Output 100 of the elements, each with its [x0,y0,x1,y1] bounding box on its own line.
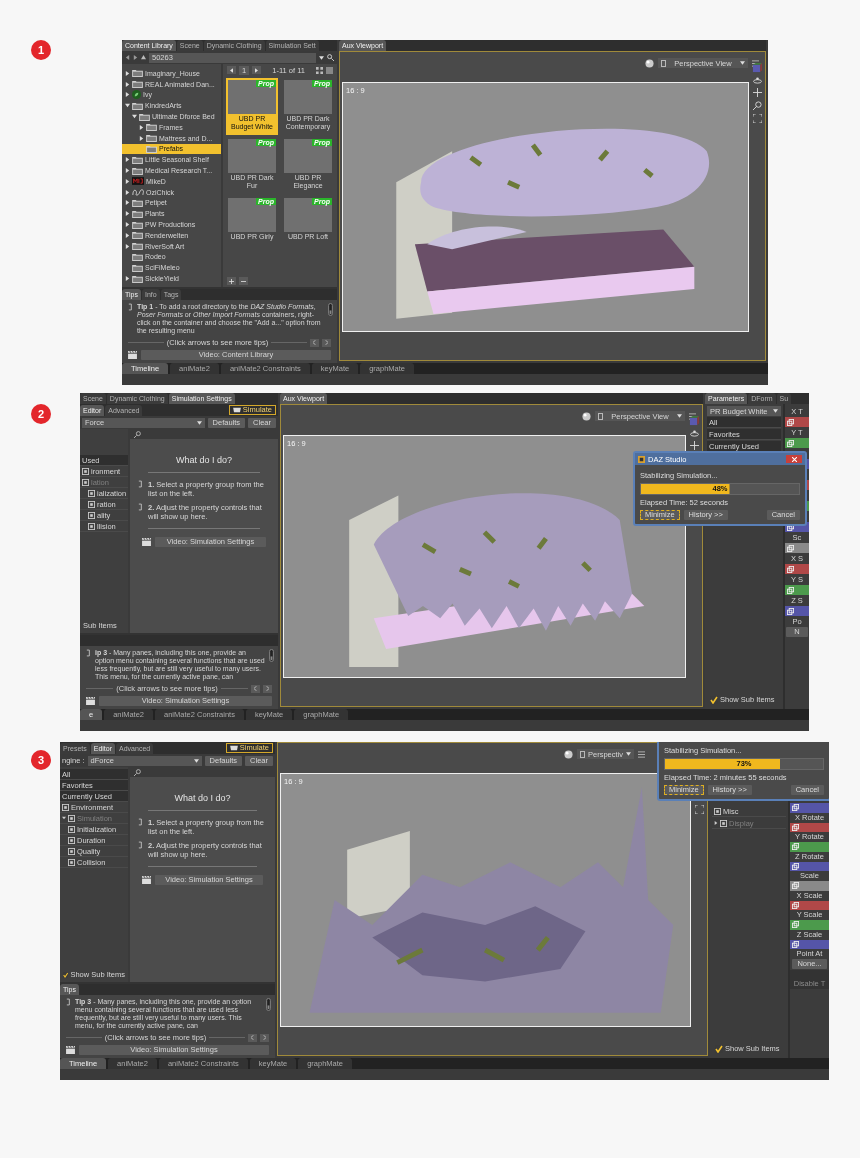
camera-icon [598,412,603,420]
slider[interactable] [785,543,809,553]
zoom-icon[interactable] [752,101,762,110]
search-field[interactable] [130,767,275,777]
transform-icon [792,940,799,948]
checkbox[interactable] [715,1044,723,1053]
transform-icon [787,565,794,573]
list-view-icon[interactable] [326,66,333,74]
remove-button[interactable] [239,277,248,285]
slider[interactable] [790,900,829,910]
search-icon[interactable] [327,54,334,61]
collapsed-arrow-icon[interactable] [125,178,130,184]
plus-icon [229,278,234,284]
search-field[interactable] [130,429,278,439]
cloth-icon [232,407,241,413]
cloth-icon [229,745,238,751]
collapsed-arrow-icon[interactable] [125,243,130,249]
search-icon [134,768,141,776]
next-tip-button[interactable] [322,338,331,347]
sphere-icon[interactable] [564,749,573,759]
camera-icon [580,750,585,758]
orbit-icon[interactable] [689,430,699,437]
previous-tip-button[interactable] [251,684,260,693]
checkbox[interactable] [710,695,718,704]
slider[interactable] [785,438,809,448]
orbit-icon[interactable] [752,77,762,84]
menu-icon[interactable] [752,59,759,67]
grid-view-icon[interactable] [316,66,323,74]
caret-icon [193,758,199,763]
next-tip-button[interactable] [260,1033,269,1042]
collapsed-arrow-icon[interactable] [125,211,130,217]
previous-tip-button[interactable] [310,338,319,347]
collapsed-arrow-icon[interactable] [125,200,130,206]
slider[interactable] [785,417,809,427]
folder-icon [146,123,157,132]
back-icon[interactable] [125,55,130,60]
pan-icon[interactable] [752,88,762,97]
sphere-icon[interactable] [582,411,591,421]
caret-icon [773,409,778,413]
next-tip-button[interactable] [263,684,272,693]
slider[interactable] [790,861,829,871]
slider[interactable] [790,920,829,930]
collapsed-arrow-icon[interactable] [125,92,130,98]
transform-icon [792,823,799,831]
collapsed-arrow-icon[interactable] [139,124,144,130]
up-icon[interactable] [141,55,146,60]
expanded-arrow-icon[interactable] [132,114,137,120]
slider[interactable] [790,802,829,813]
slider[interactable] [785,585,809,595]
collapsed-arrow-icon[interactable] [139,135,144,141]
transform-icon [792,862,799,870]
clapperboard-icon [86,697,95,705]
previous-tip-button[interactable] [248,1033,257,1042]
slider[interactable] [790,939,829,949]
menu-icon[interactable] [689,412,696,420]
scroll-icon[interactable] [269,649,274,662]
slider[interactable] [785,564,809,574]
view-cube-icon[interactable] [751,62,763,73]
slider[interactable] [790,822,829,832]
checkbox[interactable] [63,970,69,979]
menu-icon[interactable] [638,750,645,758]
slider[interactable] [790,842,829,852]
transform-icon [787,418,794,426]
transform-icon [787,607,794,615]
collapsed-arrow-icon[interactable] [125,189,130,195]
collapsed-arrow-icon[interactable] [125,81,130,87]
frame-icon[interactable] [752,114,762,123]
search-icon [134,430,141,438]
clapperboard-icon [142,876,151,884]
caret-icon [740,61,745,65]
collapsed-arrow-icon[interactable] [125,70,130,76]
collapsed-arrow-icon[interactable] [125,168,130,174]
expanded-arrow-icon[interactable] [125,103,130,109]
chevron-left-icon [230,67,233,73]
collapsed-arrow-icon[interactable] [125,157,130,163]
logo-icon [132,177,144,186]
caret-icon [319,55,324,60]
previous-page-button[interactable] [227,66,236,74]
step-number-badge: 1 [31,40,51,60]
collapsed-arrow-icon[interactable] [125,276,130,282]
slider[interactable] [790,881,829,891]
frame-icon[interactable] [694,805,704,814]
scroll-icon[interactable] [328,303,333,316]
collapsed-arrow-icon[interactable] [125,222,130,228]
transform-icon [787,439,794,447]
chevron-left-icon [254,686,257,691]
scroll-icon[interactable] [266,998,271,1011]
collapsed-arrow-icon[interactable] [125,232,130,238]
next-page-button[interactable] [252,66,262,74]
forward-icon[interactable] [133,55,138,60]
add-button[interactable] [227,277,236,285]
sphere-icon[interactable] [645,58,654,68]
slider[interactable] [785,606,809,616]
clapperboard-icon [66,1046,75,1054]
view-cube-icon[interactable] [688,415,700,426]
chevron-right-icon [263,1035,266,1040]
help-title: What do I do? [173,793,232,803]
camera-icon [661,59,666,67]
pan-icon[interactable] [689,441,699,450]
close-button[interactable] [786,455,802,463]
